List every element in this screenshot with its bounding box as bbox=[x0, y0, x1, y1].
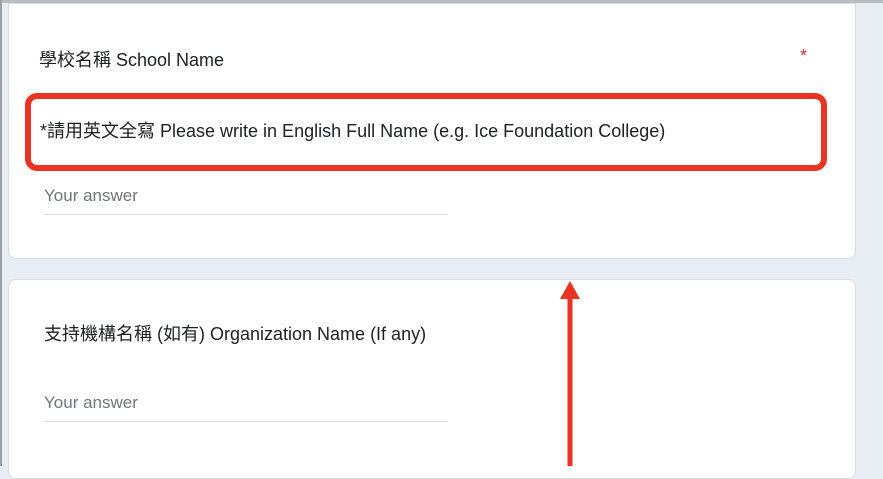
annotation-highlight-box bbox=[25, 93, 827, 171]
organization-name-answer-underline bbox=[44, 421, 448, 422]
arrow-up-icon bbox=[560, 281, 580, 466]
question-title-school-name: 學校名稱 School Name bbox=[39, 50, 225, 70]
organization-name-answer-input[interactable] bbox=[44, 391, 448, 415]
school-name-answer-input[interactable] bbox=[44, 184, 448, 208]
question-card-organization-name: 支持機構名稱 (如有) Organization Name (If any) bbox=[8, 279, 856, 479]
school-name-answer-underline bbox=[44, 214, 448, 215]
question-title-organization-name: 支持機構名稱 (如有) Organization Name (If any) bbox=[44, 324, 427, 344]
window-left-edge bbox=[0, 0, 2, 466]
required-asterisk: * bbox=[800, 46, 808, 66]
